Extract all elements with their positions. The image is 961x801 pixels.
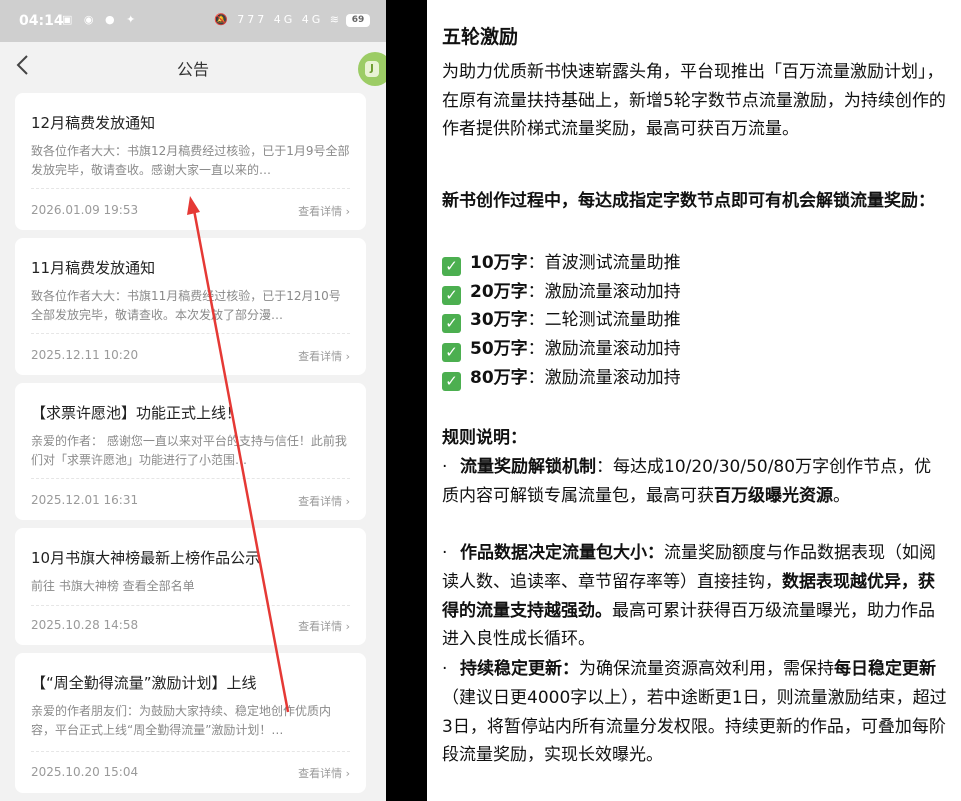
avatar[interactable]: J [358, 52, 386, 86]
milestone-separator: ： [527, 253, 545, 273]
status-bar: 04:14 ▣ ◉ ● ✦ 🔕 777 4G 4G ≋ 69 [0, 0, 386, 42]
milestone-item: ✓ 50万字：激励流量滚动加持 [442, 335, 947, 364]
checkmark-icon: ✓ [442, 343, 461, 363]
announcement-date: 2025.10.20 15:04 [31, 765, 139, 779]
incentive-article: 五轮激励 为助力优质新书快速崭露头角，平台现推出「百万流量激励计划」，在原有流量… [427, 0, 961, 801]
announcement-date: 2026.01.09 19:53 [31, 203, 139, 217]
milestone-words: 50万字 [470, 339, 528, 360]
battery-icon: 69 [346, 14, 370, 27]
rule-lead: 作品数据决定流量包大小： [460, 543, 664, 563]
avatar-glyph: J [365, 61, 379, 77]
milestone-item: ✓ 30万字：二轮测试流量助推 [442, 306, 947, 335]
announcement-card[interactable]: 【“周全勤得流量”激励计划】上线 亲爱的作者朋友们：为鼓励大家持续、稳定地创作优… [15, 653, 366, 793]
milestone-separator: ： [527, 310, 545, 331]
signal-wifi-icons: 🔕 777 4G 4G ≋ [214, 13, 342, 26]
announcement-title: 10月书旗大神榜最新上榜作品公示 [31, 549, 261, 567]
rule-text-end: 。 [833, 485, 850, 506]
checkmark-icon: ✓ [442, 371, 461, 391]
bullet: · [442, 543, 448, 563]
article-intro: 为助力优质新书快速崭露头角，平台现推出「百万流量激励计划」，在原有流量扶持基础上… [442, 62, 946, 139]
status-time: 04:14 [19, 13, 64, 29]
card-divider [31, 333, 350, 334]
milestone-separator: ： [527, 339, 545, 360]
announcement-card[interactable]: 【求票许愿池】功能正式上线！ 亲爱的作者： 感谢您一直以来对平台的支持与信任！此… [15, 383, 366, 520]
rule-text-end: （建议日更4000字以上），若中途断更1日，则流量激励结束，超过3日，将暂停站内… [442, 687, 947, 766]
milestone-item: ✓ 10万字：首波测试流量助推 [442, 249, 947, 278]
milestone-separator: ： [527, 281, 545, 302]
milestone-list: ✓ 10万字：首波测试流量助推 ✓ 20万字：激励流量滚动加持 ✓ 30万字：二轮测试… [442, 249, 947, 392]
announcement-summary: 亲爱的作者朋友们：为鼓励大家持续、稳定地创作优质内容，平台正式上线“周全勤得流量… [31, 704, 332, 737]
view-details-link[interactable]: 查看详情 › [298, 765, 350, 781]
milestone-separator: ： [527, 367, 545, 388]
milestone-words: 10万字 [470, 253, 528, 273]
milestone-words: 20万字 [470, 281, 528, 302]
rule-emphasis: 每日稳定更新 [834, 659, 936, 679]
announcement-card[interactable]: 11月稿费发放通知 致各位作者大大：书旗11月稿费经过核验，已于12月10号全部… [15, 238, 366, 375]
announcement-summary: 致各位作者大大：书旗12月稿费经过核验，已于1月9号全部发放完毕，敬请查收。感谢… [31, 144, 350, 177]
announcement-title: 11月稿费发放通知 [31, 259, 156, 277]
rule-item: · 持续稳定更新：为确保流量资源高效利用，需保持每日稳定更新 （建议日更4000字以… [442, 655, 947, 770]
milestone-item: ✓ 20万字：激励流量滚动加持 [442, 278, 947, 307]
rule-item: · 流量奖励解锁机制：每达成10/20/30/50/80万字创作节点，优质内容可解… [442, 453, 947, 511]
milestone-heading: 新书创作过程中，每达成指定字数节点即可有机会解锁流量奖励： [442, 191, 935, 211]
card-divider [31, 478, 350, 479]
bullet: · [442, 457, 448, 477]
view-details-link[interactable]: 查看详情 › [298, 203, 350, 219]
rules-heading: 规则说明： [442, 428, 527, 448]
card-divider [31, 188, 350, 189]
rule-text: 为确保流量资源高效利用，需保持 [579, 659, 834, 679]
milestone-words: 80万字 [470, 367, 528, 388]
milestone-reward: 激励流量滚动加持 [544, 367, 681, 388]
milestone-reward: 二轮测试流量助推 [544, 310, 681, 331]
notification-icons: ▣ ◉ ● ✦ [62, 13, 140, 26]
view-details-link[interactable]: 查看详情 › [298, 348, 350, 364]
announcement-title: 【求票许愿池】功能正式上线！ [31, 404, 242, 422]
announcement-date: 2025.12.01 16:31 [31, 493, 139, 507]
announcement-card[interactable]: 12月稿费发放通知 致各位作者大大：书旗12月稿费经过核验，已于1月9号全部发放… [15, 93, 366, 230]
milestone-words: 30万字 [470, 310, 528, 331]
milestone-reward: 激励流量滚动加持 [544, 281, 681, 302]
announcement-summary: 致各位作者大大：书旗11月稿费经过核验，已于12月10号全部发放完毕，敬请查收。… [31, 289, 341, 322]
checkmark-icon: ✓ [442, 314, 461, 334]
announcement-date: 2025.10.28 14:58 [31, 618, 139, 632]
milestone-reward: 首波测试流量助推 [544, 253, 681, 273]
view-details-link[interactable]: 查看详情 › [298, 618, 350, 634]
rule-lead: 流量奖励解锁机制 [460, 457, 596, 477]
announcement-title: 【“周全勤得流量”激励计划】上线 [31, 674, 257, 692]
checkmark-icon: ✓ [442, 285, 461, 305]
rule-emphasis: 百万级曝光资源 [714, 485, 833, 506]
announcement-summary: 前往 书旗大神榜 查看全部名单 [31, 579, 195, 593]
rule-item: · 作品数据决定流量包大小：流量奖励额度与作品数据表现（如阅读人数、追读率、章节留… [442, 539, 947, 654]
announcement-title: 12月稿费发放通知 [31, 114, 156, 132]
article-title: 五轮激励 [442, 26, 519, 48]
card-divider [31, 605, 350, 606]
announcement-summary: 亲爱的作者： 感谢您一直以来对平台的支持与信任！此前我们对「求票许愿池」功能进行… [31, 434, 347, 467]
checkmark-icon: ✓ [442, 257, 461, 276]
view-details-link[interactable]: 查看详情 › [298, 493, 350, 509]
announcement-date: 2025.12.11 10:20 [31, 348, 139, 362]
announcement-card[interactable]: 10月书旗大神榜最新上榜作品公示 前往 书旗大神榜 查看全部名单 2025.10… [15, 528, 366, 645]
rule-lead: 持续稳定更新： [460, 659, 579, 679]
milestone-reward: 激励流量滚动加持 [544, 339, 681, 360]
nav-bar: 公告 J [0, 42, 386, 90]
milestone-item: ✓ 80万字：激励流量滚动加持 [442, 364, 947, 393]
card-divider [31, 751, 350, 752]
page-title: 公告 [176, 60, 209, 79]
bullet: · [442, 659, 448, 679]
announcement-app-screen: 04:14 ▣ ◉ ● ✦ 🔕 777 4G 4G ≋ 69 公告 J 12月稿… [0, 0, 386, 801]
